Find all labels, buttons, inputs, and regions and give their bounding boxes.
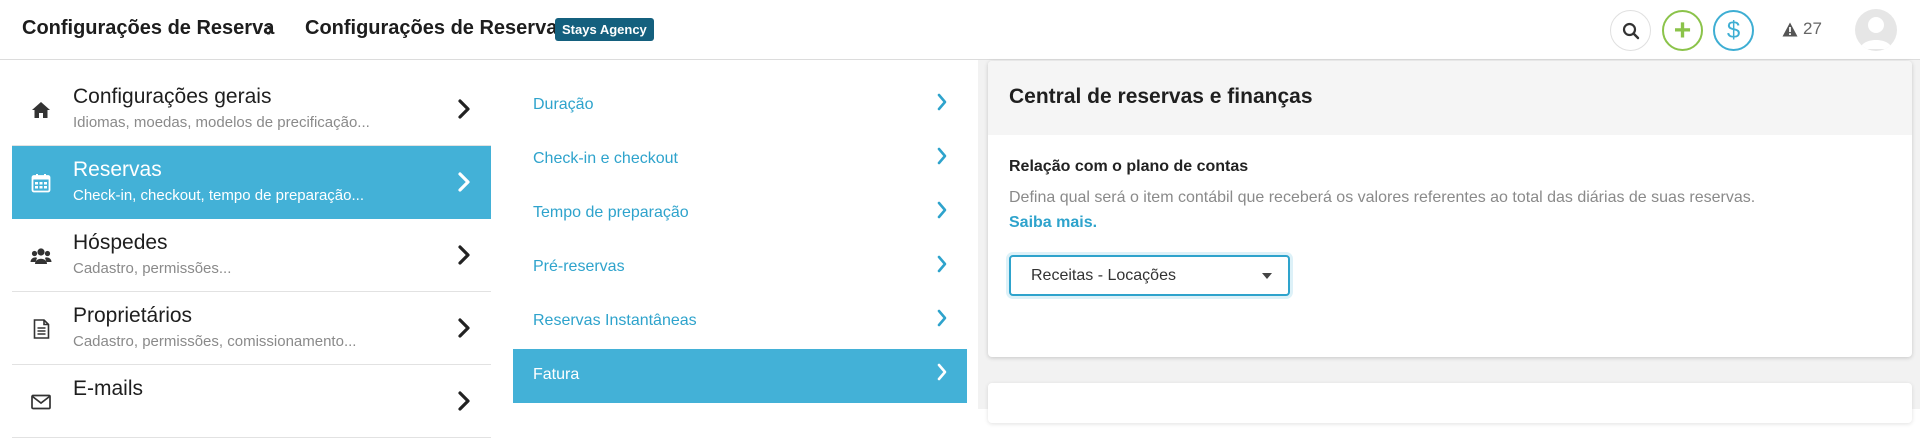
submenu-item-instant-reservations[interactable]: Reservas Instantâneas [513,295,967,349]
submenu-item-label: Tempo de preparação [533,204,689,221]
menu-item-reservations[interactable]: Reservas Check-in, checkout, tempo de pr… [12,146,491,219]
top-header: Configurações de Reserva › Configurações… [0,0,1920,60]
breadcrumb-item[interactable]: Configurações de Reserva [22,17,274,40]
finance-settings-card: Central de reservas e finanças Relação c… [988,61,1912,357]
chevron-right-icon [937,147,947,165]
learn-more-link[interactable]: Saiba mais. [1009,214,1097,232]
menu-item-subtitle: Idiomas, moedas, modelos de precificação… [73,114,370,131]
home-icon [30,99,52,121]
document-icon [30,318,52,340]
field-label: Relação com o plano de contas [1009,158,1249,175]
select-value: Receitas - Locações [1031,267,1176,284]
menu-item-subtitle: Cadastro, permissões... [73,260,232,277]
users-icon [30,245,52,267]
submenu-item-label: Duração [533,96,594,113]
caret-down-icon [1262,273,1272,279]
menu-item-title: Hóspedes [73,231,168,254]
menu-item-emails[interactable]: E-mails [12,365,491,438]
menu-item-guests[interactable]: Hóspedes Cadastro, permissões... [12,219,491,292]
envelope-icon [30,391,52,413]
field-description: Defina qual será o item contábil que rec… [1009,189,1756,206]
reservations-submenu: Duração Check-in e checkout Tempo de pre… [513,79,967,403]
menu-item-title: Reservas [73,158,162,181]
user-avatar-icon [1860,17,1892,49]
submenu-item-checkin-checkout[interactable]: Check-in e checkout [513,133,967,187]
chevron-right-icon [937,201,947,219]
submenu-item-label: Check-in e checkout [533,150,678,167]
chevron-right-icon [458,318,470,338]
search-button[interactable] [1610,10,1651,51]
submenu-item-invoice[interactable]: Fatura [513,349,967,403]
menu-item-owners[interactable]: Proprietários Cadastro, permissões, comi… [12,292,491,365]
warning-icon [1782,22,1798,36]
chevron-right-icon [937,93,947,111]
submenu-item-preparation-time[interactable]: Tempo de preparação [513,187,967,241]
search-icon [1622,22,1639,39]
avatar[interactable] [1855,9,1897,51]
chevron-right-icon [937,363,947,381]
settings-menu: Configurações gerais Idiomas, moedas, mo… [12,73,491,438]
menu-item-general-settings[interactable]: Configurações gerais Idiomas, moedas, mo… [12,73,491,146]
chevron-right-icon [937,255,947,273]
menu-item-subtitle: Cadastro, permissões, comissionamento... [73,333,357,350]
add-button[interactable]: + [1662,10,1703,51]
chevron-right-icon [458,245,470,265]
submenu-item-label: Fatura [533,366,580,383]
alerts-button[interactable]: 27 [1782,19,1822,39]
chart-of-accounts-select[interactable]: Receitas - Locações [1009,255,1290,296]
card-title: Central de reservas e finanças [1009,85,1313,108]
submenu-item-label: Pré-reservas [533,258,625,275]
calendar-icon [30,172,52,194]
menu-item-title: E-mails [73,377,144,400]
plus-icon: + [1673,13,1692,47]
finance-button[interactable]: $ [1713,10,1754,51]
menu-item-title: Proprietários [73,304,193,327]
dollar-icon: $ [1726,16,1741,44]
next-card [988,383,1912,423]
agency-badge: Stays Agency [555,18,654,41]
menu-item-subtitle: Check-in, checkout, tempo de preparação.… [73,187,364,204]
chevron-right-icon [458,99,470,119]
menu-item-title: Configurações gerais [73,85,272,108]
breadcrumb-separator-icon: › [266,16,274,41]
alerts-count: 27 [1803,19,1822,38]
chevron-right-icon [937,309,947,327]
submenu-item-label: Reservas Instantâneas [533,312,697,329]
submenu-item-pre-reservations[interactable]: Pré-reservas [513,241,967,295]
submenu-item-duration[interactable]: Duração [513,79,967,133]
page-title: Configurações de Reserva [305,17,558,39]
chevron-right-icon [458,172,470,192]
